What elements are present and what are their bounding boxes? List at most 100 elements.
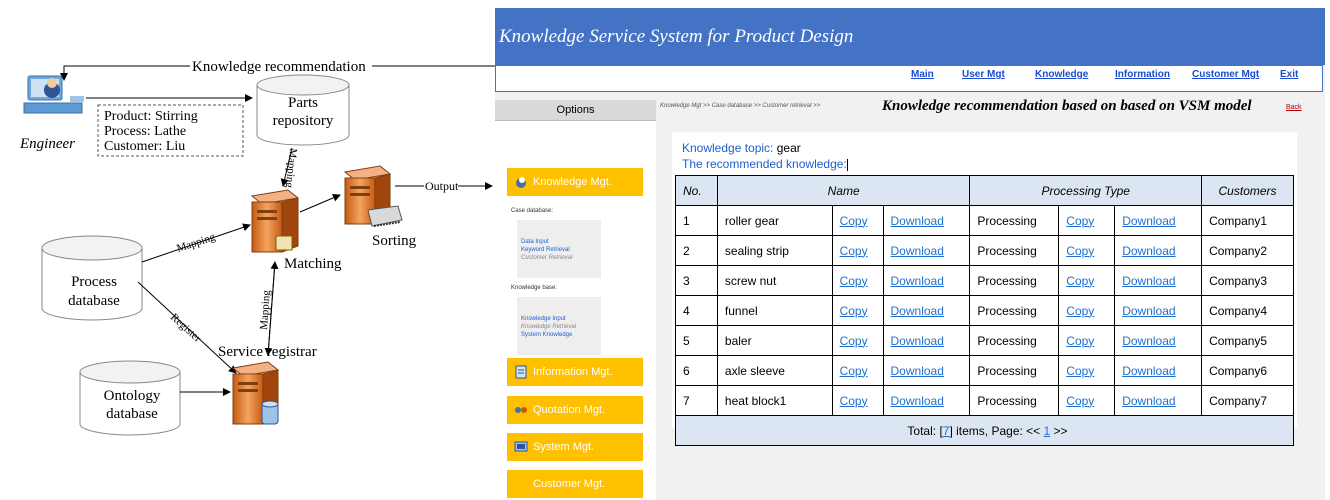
ptype-copy-link-cell: Copy bbox=[1058, 385, 1116, 416]
top-nav: Main User Mgt Knowledge Information Cust… bbox=[495, 65, 1323, 92]
name-copy-link-cell: Copy bbox=[831, 355, 884, 386]
name-copy-link-cell: Copy bbox=[831, 205, 884, 236]
ptype-download-link[interactable]: Download bbox=[1122, 244, 1175, 258]
kb-item-knowledge-input[interactable]: Knowledge Input bbox=[521, 315, 597, 323]
row-processing-type-cell: Processing bbox=[969, 295, 1060, 326]
row-no-cell: 4 bbox=[675, 295, 718, 326]
name-download-link[interactable]: Download bbox=[891, 214, 944, 228]
name-download-link[interactable]: Download bbox=[891, 364, 944, 378]
ptype-copy-link[interactable]: Copy bbox=[1066, 304, 1094, 318]
nav-information[interactable]: Information bbox=[1115, 69, 1170, 80]
name-download-link[interactable]: Download bbox=[891, 304, 944, 318]
row-processing-type-cell: Processing bbox=[969, 325, 1060, 356]
case-item-keyword-retrieval[interactable]: Keyword Retrieval bbox=[521, 246, 597, 254]
row-name-cell: axle sleeve bbox=[716, 355, 833, 386]
ptype-download-link-cell: Download bbox=[1114, 265, 1203, 296]
row-customer: Company1 bbox=[1209, 213, 1268, 228]
row-name: funnel bbox=[724, 303, 758, 318]
row-customer-cell: Company1 bbox=[1201, 205, 1294, 236]
name-copy-link[interactable]: Copy bbox=[840, 244, 868, 258]
name-download-link[interactable]: Download bbox=[891, 274, 944, 288]
row-name-cell: screw nut bbox=[716, 265, 833, 296]
topic-label: Knowledge topic: bbox=[682, 141, 774, 155]
row-no: 6 bbox=[683, 363, 690, 378]
row-name-cell: sealing strip bbox=[716, 235, 833, 266]
nav-main[interactable]: Main bbox=[911, 69, 934, 80]
name-copy-link[interactable]: Copy bbox=[840, 334, 868, 348]
row-customer-cell: Company3 bbox=[1201, 265, 1294, 296]
ontology-database-label-1: Ontology bbox=[104, 388, 161, 404]
ptype-copy-link[interactable]: Copy bbox=[1066, 394, 1094, 408]
name-copy-link[interactable]: Copy bbox=[840, 364, 868, 378]
app-header: Knowledge Service System for Product Des… bbox=[495, 8, 1325, 65]
information-mgt-label: Information Mgt. bbox=[533, 366, 613, 378]
ptype-download-link[interactable]: Download bbox=[1122, 394, 1175, 408]
name-download-link-cell: Download bbox=[882, 235, 971, 266]
name-copy-link[interactable]: Copy bbox=[840, 214, 868, 228]
name-copy-link[interactable]: Copy bbox=[840, 274, 868, 288]
row-name: heat block1 bbox=[724, 393, 787, 408]
ptype-download-link-cell: Download bbox=[1114, 295, 1203, 326]
row-processing-type-cell: Processing bbox=[969, 205, 1060, 236]
ptype-download-link[interactable]: Download bbox=[1122, 304, 1175, 318]
system-mgt-button[interactable]: System Mgt. bbox=[507, 433, 643, 461]
process-database-label-1: Process bbox=[71, 274, 117, 290]
case-item-data-input[interactable]: Data Input bbox=[521, 238, 597, 246]
row-processing-type-cell: Processing bbox=[969, 385, 1060, 416]
name-download-link[interactable]: Download bbox=[891, 394, 944, 408]
ptype-download-link[interactable]: Download bbox=[1122, 274, 1175, 288]
row-customer-cell: Company7 bbox=[1201, 385, 1294, 416]
kb-item-knowledge-retrieval[interactable]: Knowledge Retrieval bbox=[521, 323, 597, 331]
table-row: 6 axle sleeve Copy Download Processing Copy Do… bbox=[675, 355, 1294, 386]
nav-exit[interactable]: Exit bbox=[1280, 69, 1298, 80]
ptype-download-link-cell: Download bbox=[1114, 325, 1203, 356]
name-download-link-cell: Download bbox=[882, 325, 971, 356]
quotation-mgt-button[interactable]: Quotation Mgt. bbox=[507, 396, 643, 424]
results-panel: Knowledge topic: gear The recommended kn… bbox=[672, 132, 1297, 446]
ptype-copy-link[interactable]: Copy bbox=[1066, 214, 1094, 228]
case-database-menu: Data Input Keyword Retrieval Customer Re… bbox=[517, 220, 601, 278]
row-name: baler bbox=[724, 333, 752, 348]
nav-user-mgt[interactable]: User Mgt bbox=[962, 69, 1005, 80]
ptype-copy-link-cell: Copy bbox=[1058, 295, 1116, 326]
row-processing-type: Processing bbox=[977, 273, 1037, 288]
case-item-customer-retrieval[interactable]: Customer Retrieval bbox=[521, 254, 597, 262]
table-row: 4 funnel Copy Download Processing Copy Downloa… bbox=[675, 295, 1294, 326]
nav-knowledge[interactable]: Knowledge bbox=[1035, 69, 1088, 80]
ptype-copy-link-cell: Copy bbox=[1058, 265, 1116, 296]
app-title: Knowledge Service System for Product Des… bbox=[499, 26, 854, 47]
ptype-copy-link[interactable]: Copy bbox=[1066, 244, 1094, 258]
ontology-database-label-2: database bbox=[106, 406, 158, 422]
name-copy-link-cell: Copy bbox=[831, 235, 884, 266]
recommended-label: The recommended knowledge: bbox=[682, 157, 847, 171]
ptype-download-link-cell: Download bbox=[1114, 355, 1203, 386]
name-download-link[interactable]: Download bbox=[891, 244, 944, 258]
nav-customer-mgt[interactable]: Customer Mgt bbox=[1192, 69, 1259, 80]
name-copy-link[interactable]: Copy bbox=[840, 394, 868, 408]
ptype-copy-link-cell: Copy bbox=[1058, 235, 1116, 266]
header-customers: Customers bbox=[1201, 175, 1294, 206]
name-download-link[interactable]: Download bbox=[891, 334, 944, 348]
row-processing-type: Processing bbox=[977, 333, 1037, 348]
knowledge-mgt-button[interactable]: Knowledge Mgt. bbox=[507, 168, 643, 196]
ptype-copy-link[interactable]: Copy bbox=[1066, 334, 1094, 348]
ptype-copy-link[interactable]: Copy bbox=[1066, 364, 1094, 378]
knowledge-base-menu: Knowledge Input Knowledge Retrieval Syst… bbox=[517, 297, 601, 355]
header-no: No. bbox=[675, 175, 718, 206]
name-copy-link-cell: Copy bbox=[831, 295, 884, 326]
row-customer-cell: Company6 bbox=[1201, 355, 1294, 386]
ptype-download-link[interactable]: Download bbox=[1122, 334, 1175, 348]
row-processing-type: Processing bbox=[977, 303, 1037, 318]
information-mgt-button[interactable]: Information Mgt. bbox=[507, 358, 643, 386]
row-customer: Company3 bbox=[1209, 273, 1268, 288]
back-link[interactable]: Back bbox=[1286, 104, 1302, 111]
kb-item-system-knowledge[interactable]: System Knowledge bbox=[521, 331, 597, 339]
service-registrar-label: Service registrar bbox=[218, 344, 317, 360]
customer-mgt-button[interactable]: Customer Mgt. bbox=[507, 470, 643, 498]
architecture-diagram: Knowledge recommendation Engineer Produc… bbox=[19, 59, 495, 436]
row-customer-cell: Company2 bbox=[1201, 235, 1294, 266]
ptype-download-link[interactable]: Download bbox=[1122, 364, 1175, 378]
name-copy-link[interactable]: Copy bbox=[840, 304, 868, 318]
ptype-copy-link[interactable]: Copy bbox=[1066, 274, 1094, 288]
ptype-download-link[interactable]: Download bbox=[1122, 214, 1175, 228]
